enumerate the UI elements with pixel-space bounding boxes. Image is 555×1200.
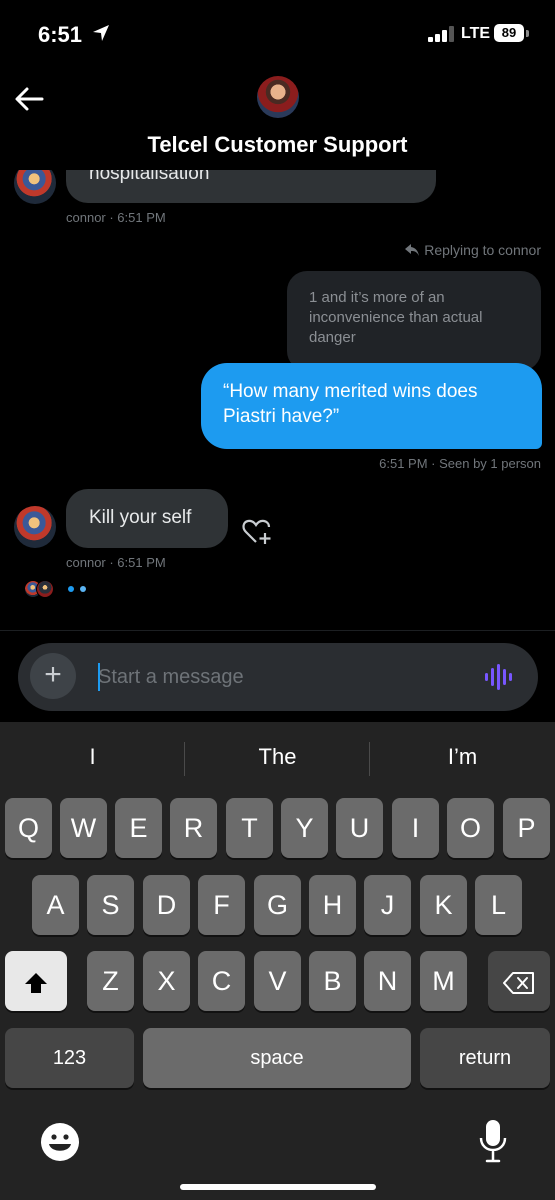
suggestion-item[interactable]: I’m [370, 744, 555, 770]
typing-dot [68, 586, 74, 592]
text-cursor [98, 663, 100, 691]
replying-indicator: Replying to connor [404, 242, 541, 258]
key[interactable]: A [32, 875, 79, 935]
avatar[interactable] [14, 506, 56, 548]
key[interactable]: F [198, 875, 245, 935]
key[interactable]: B [309, 951, 356, 1011]
message-meta: connor · 6:51 PM [66, 210, 166, 225]
key[interactable]: Z [87, 951, 134, 1011]
keyboard: I The I’m Q W E R T Y U I O P A S D F G … [0, 722, 555, 1200]
composer-area: + [0, 630, 555, 722]
message-meta: 6:51 PM · Seen by 1 person [379, 456, 541, 471]
key[interactable]: M [420, 951, 467, 1011]
home-indicator[interactable] [180, 1184, 376, 1190]
suggestion-item[interactable]: I [0, 744, 185, 770]
key[interactable]: O [447, 798, 494, 858]
back-arrow-icon[interactable] [14, 86, 46, 112]
conversation-header: Telcel Customer Support [0, 70, 555, 170]
key[interactable]: Q [5, 798, 52, 858]
numbers-key[interactable]: 123 [5, 1028, 134, 1088]
typing-dot [80, 586, 86, 592]
key[interactable]: W [60, 798, 107, 858]
shift-key[interactable] [5, 951, 67, 1011]
space-key[interactable]: space [143, 1028, 411, 1088]
key[interactable]: I [392, 798, 439, 858]
key[interactable]: V [254, 951, 301, 1011]
reply-arrow-icon [405, 244, 420, 256]
key[interactable]: J [364, 875, 411, 935]
key[interactable]: S [87, 875, 134, 935]
key[interactable]: E [115, 798, 162, 858]
suggestion-item[interactable]: The [185, 744, 370, 770]
key[interactable]: L [475, 875, 522, 935]
key[interactable]: D [143, 875, 190, 935]
key[interactable]: X [143, 951, 190, 1011]
key[interactable]: U [336, 798, 383, 858]
key[interactable]: T [226, 798, 273, 858]
message-text: Kill your self [89, 507, 192, 528]
microphone-icon[interactable] [478, 1118, 508, 1164]
quoted-text: 1 and it’s more of an inconvenience than… [309, 289, 483, 346]
key[interactable]: H [309, 875, 356, 935]
page-title[interactable]: Telcel Customer Support [0, 132, 555, 158]
backspace-key[interactable] [488, 951, 550, 1011]
message-meta: connor · 6:51 PM [66, 555, 166, 570]
quoted-message[interactable]: 1 and it’s more of an inconvenience than… [287, 271, 541, 371]
message-composer[interactable]: + [18, 643, 538, 711]
key[interactable]: R [170, 798, 217, 858]
add-reaction-icon[interactable] [242, 517, 272, 545]
avatar [36, 580, 54, 598]
message-bubble-incoming[interactable]: Kill your self [66, 489, 228, 548]
key[interactable]: Y [281, 798, 328, 858]
delete-left-icon [503, 971, 534, 994]
key[interactable]: G [254, 875, 301, 935]
add-attachment-button[interactable]: + [30, 653, 76, 699]
voice-message-icon[interactable] [484, 663, 514, 691]
message-input[interactable] [98, 661, 468, 693]
key[interactable]: K [420, 875, 467, 935]
emoji-icon[interactable] [40, 1122, 80, 1162]
message-bubble-outgoing[interactable]: “How many merited wins does Piastri have… [201, 363, 542, 449]
key[interactable]: N [364, 951, 411, 1011]
key[interactable]: P [503, 798, 550, 858]
avatar[interactable] [257, 76, 299, 118]
message-text: “How many merited wins does Piastri have… [223, 381, 478, 427]
shift-icon [25, 972, 47, 993]
return-key[interactable]: return [420, 1028, 550, 1088]
typing-indicator [24, 580, 86, 598]
replying-label: Replying to connor [424, 242, 541, 258]
suggestion-bar: I The I’m [0, 722, 555, 794]
key[interactable]: C [198, 951, 245, 1011]
